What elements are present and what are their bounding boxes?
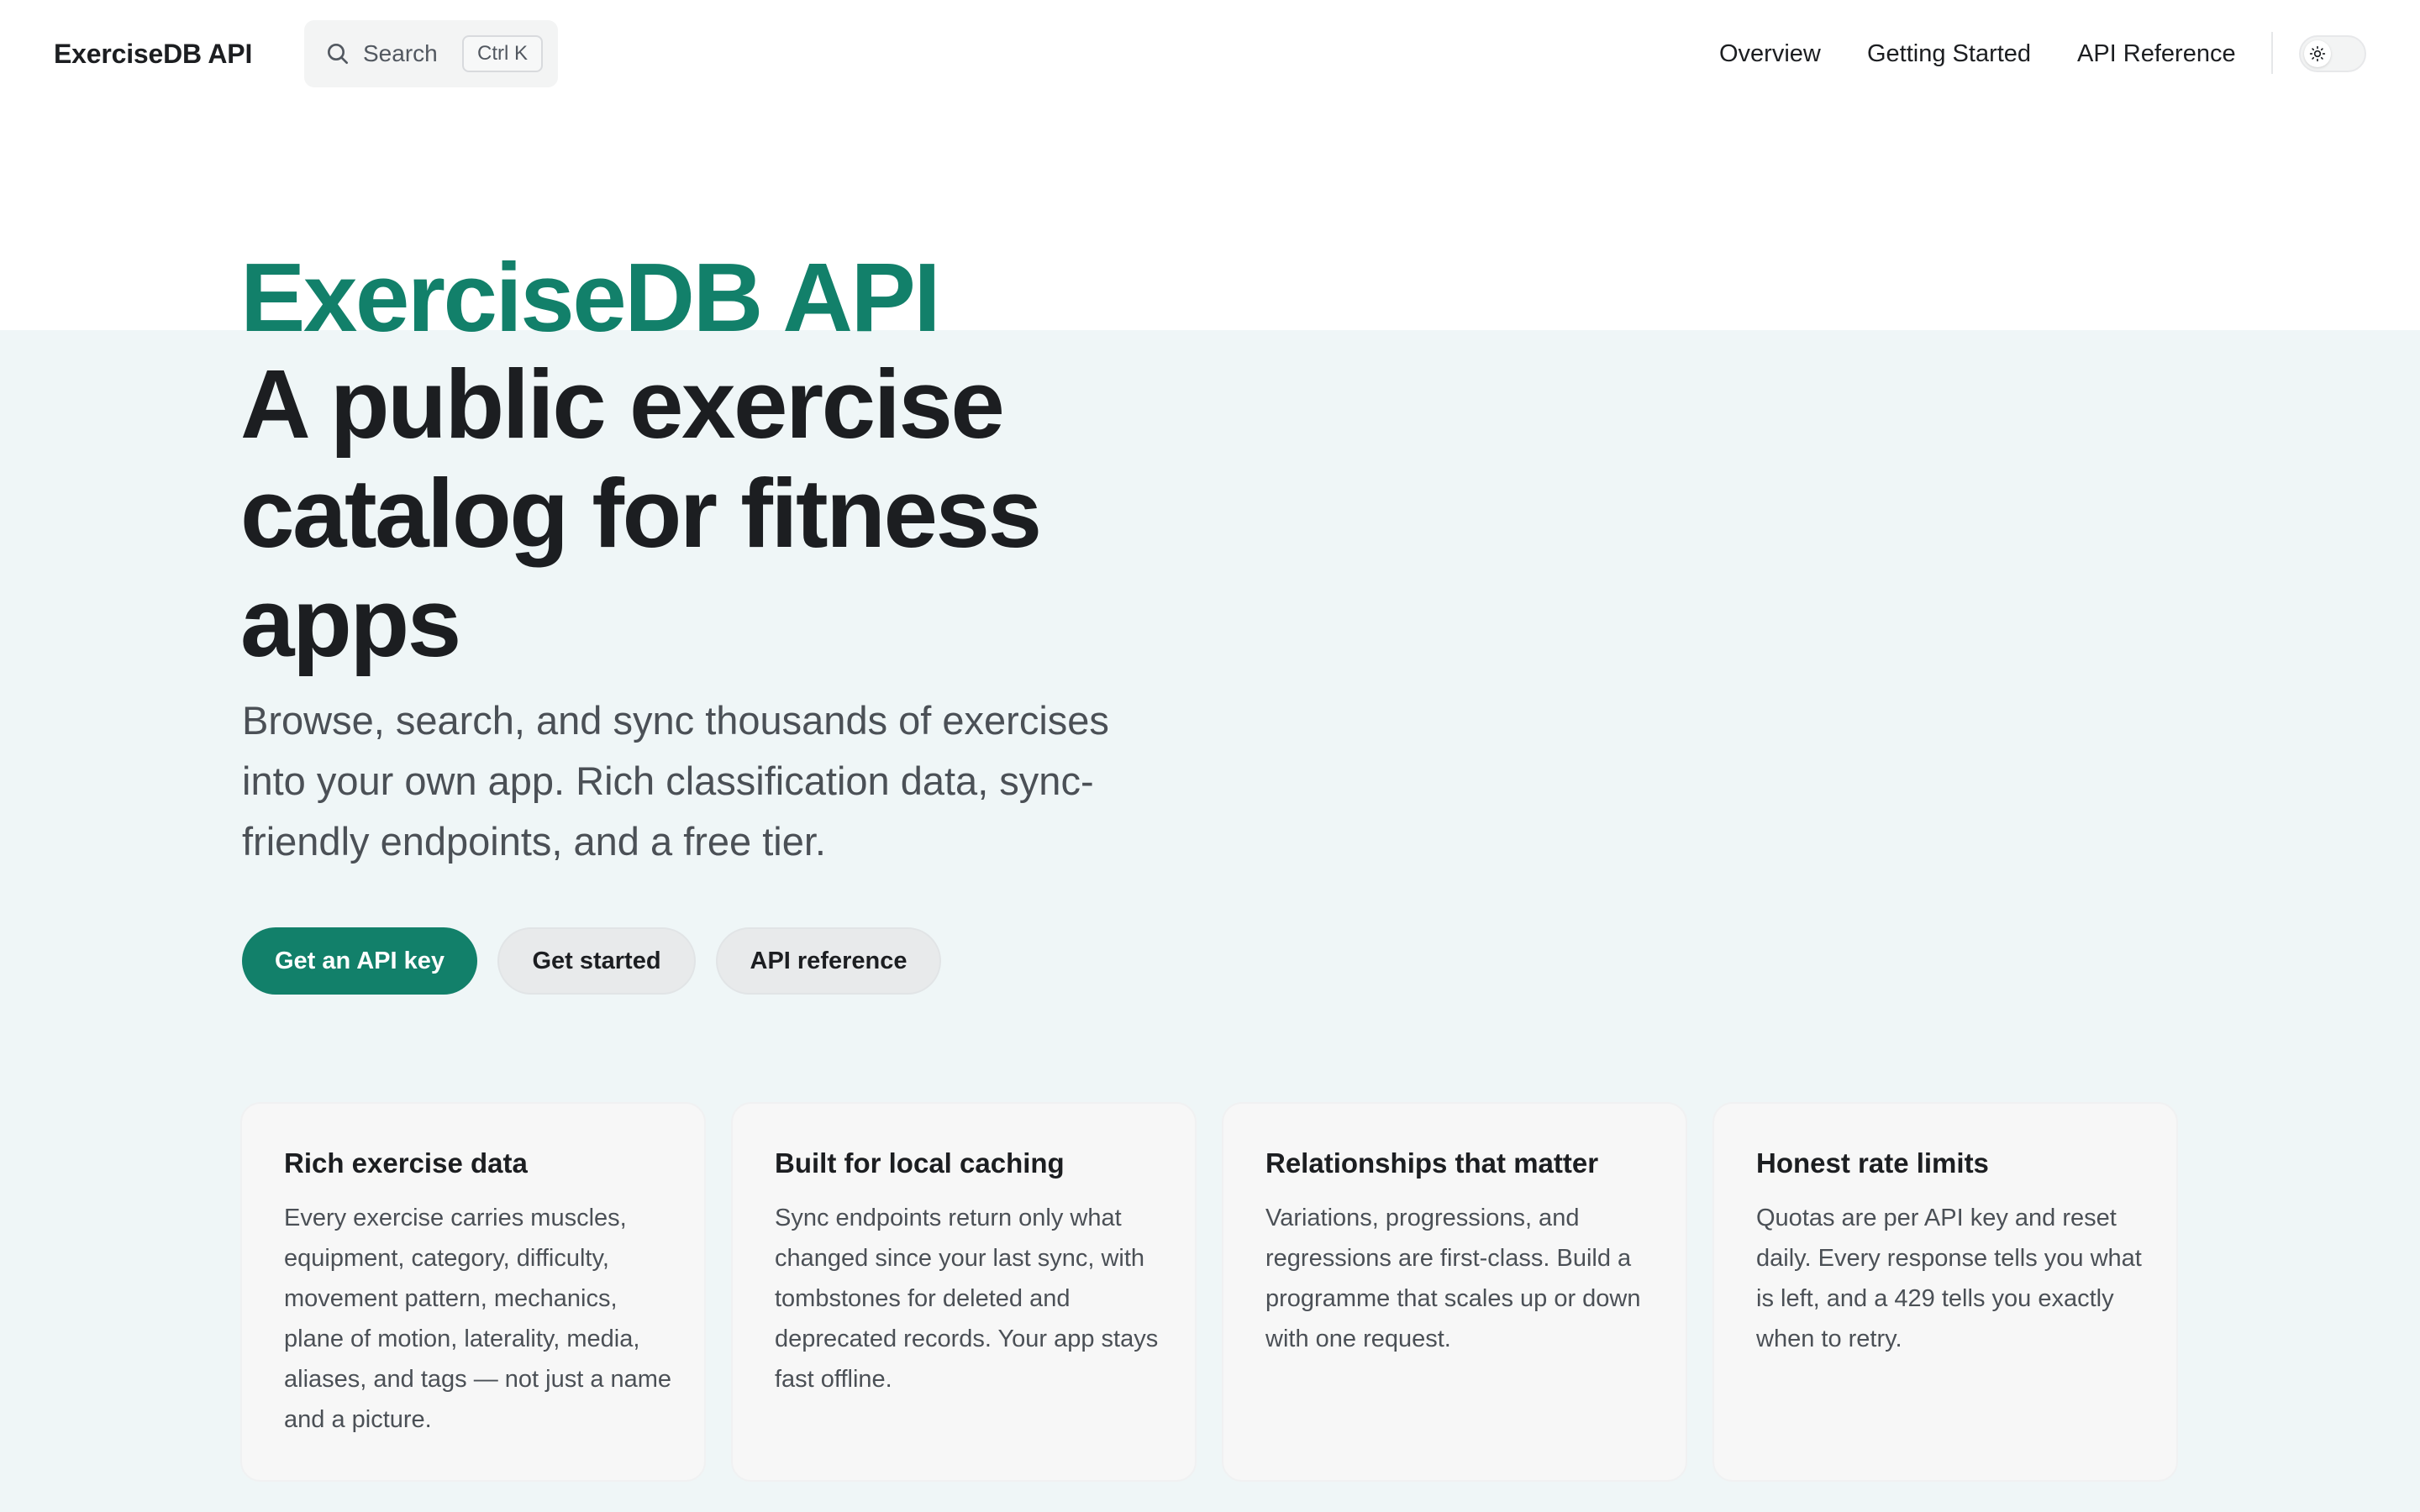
hero-description: Browse, search, and sync thousands of ex… (242, 698, 1109, 864)
api-reference-button[interactable]: API reference (716, 927, 941, 995)
hero-title: ExerciseDB API (240, 243, 941, 352)
page: ExerciseDB API Search Ctrl K Overview Ge… (0, 0, 2420, 1512)
top-navigation: ExerciseDB API Search Ctrl K Overview Ge… (0, 0, 2420, 108)
feature-card-rate-limits: Honest rate limits Quotas are per API ke… (1712, 1102, 2178, 1482)
search-shortcut-badge: Ctrl K (462, 35, 543, 72)
feature-card-body: Every exercise carries muscles, equipmen… (284, 1205, 672, 1433)
theme-toggle-knob (2304, 40, 2331, 67)
search-label: Search (363, 40, 438, 66)
brand-logo[interactable]: ExerciseDB API (54, 35, 252, 72)
feature-card-body: Variations, progressions, and regression… (1265, 1205, 1641, 1352)
feature-card-title: Rich exercise data (284, 1147, 528, 1179)
search-button[interactable]: Search Ctrl K (304, 20, 558, 87)
nav-link-api-reference[interactable]: API Reference (2077, 35, 2236, 72)
feature-card-body: Quotas are per API key and reset daily. … (1756, 1205, 2142, 1352)
feature-card-title: Honest rate limits (1756, 1147, 1989, 1179)
feature-card-body: Sync endpoints return only what changed … (775, 1205, 1159, 1393)
feature-card-relationships: Relationships that matter Variations, pr… (1222, 1102, 1687, 1482)
hero-subtitle: A public exercise catalog for fitness ap… (240, 349, 1042, 677)
feature-card-rich-data: Rich exercise data Every exercise carrie… (240, 1102, 706, 1482)
nav-link-getting-started[interactable]: Getting Started (1867, 35, 2031, 72)
nav-link-overview[interactable]: Overview (1719, 35, 1821, 72)
feature-card-local-caching: Built for local caching Sync endpoints r… (731, 1102, 1197, 1482)
nav-divider (2271, 32, 2273, 74)
get-started-button[interactable]: Get started (497, 927, 696, 995)
get-api-key-button[interactable]: Get an API key (242, 927, 477, 995)
search-icon (328, 44, 348, 64)
feature-card-title: Relationships that matter (1265, 1147, 1599, 1179)
theme-toggle[interactable] (2299, 35, 2366, 72)
sun-icon (2309, 45, 2326, 62)
feature-card-title: Built for local caching (775, 1147, 1065, 1179)
